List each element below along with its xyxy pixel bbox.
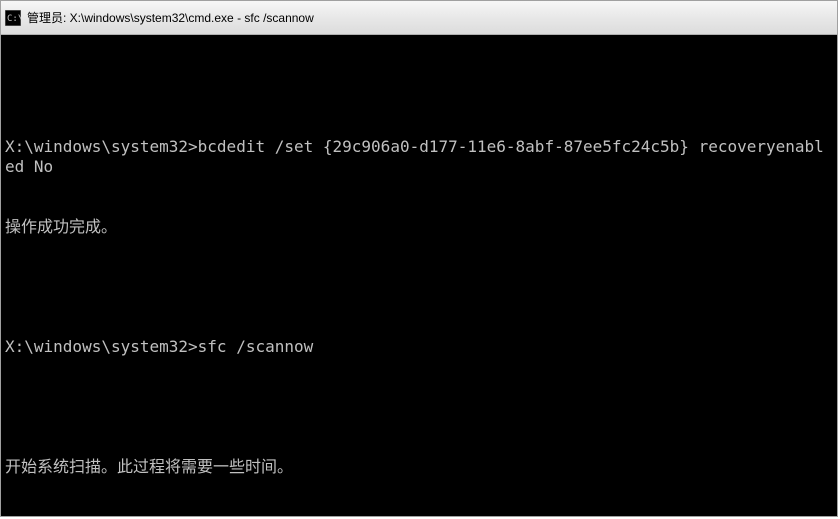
output-scan-start: 开始系统扫描。此过程将需要一些时间。 [5,457,833,477]
terminal-content: X:\windows\system32>bcdedit /set {29c906… [5,37,833,516]
window-title: 管理员: X:\windows\system32\cmd.exe - sfc /… [27,9,314,26]
command-sfc: sfc /scannow [198,337,314,356]
cmd-icon: C:\ [5,10,21,26]
prompt-1: X:\windows\system32> [5,137,198,156]
output-success: 操作成功完成。 [5,217,833,237]
cmd-window: C:\ 管理员: X:\windows\system32\cmd.exe - s… [0,0,838,517]
titlebar[interactable]: C:\ 管理员: X:\windows\system32\cmd.exe - s… [1,1,837,35]
prompt-2: X:\windows\system32> [5,337,198,356]
svg-text:C:\: C:\ [7,14,21,24]
terminal-area[interactable]: X:\windows\system32>bcdedit /set {29c906… [1,35,837,516]
